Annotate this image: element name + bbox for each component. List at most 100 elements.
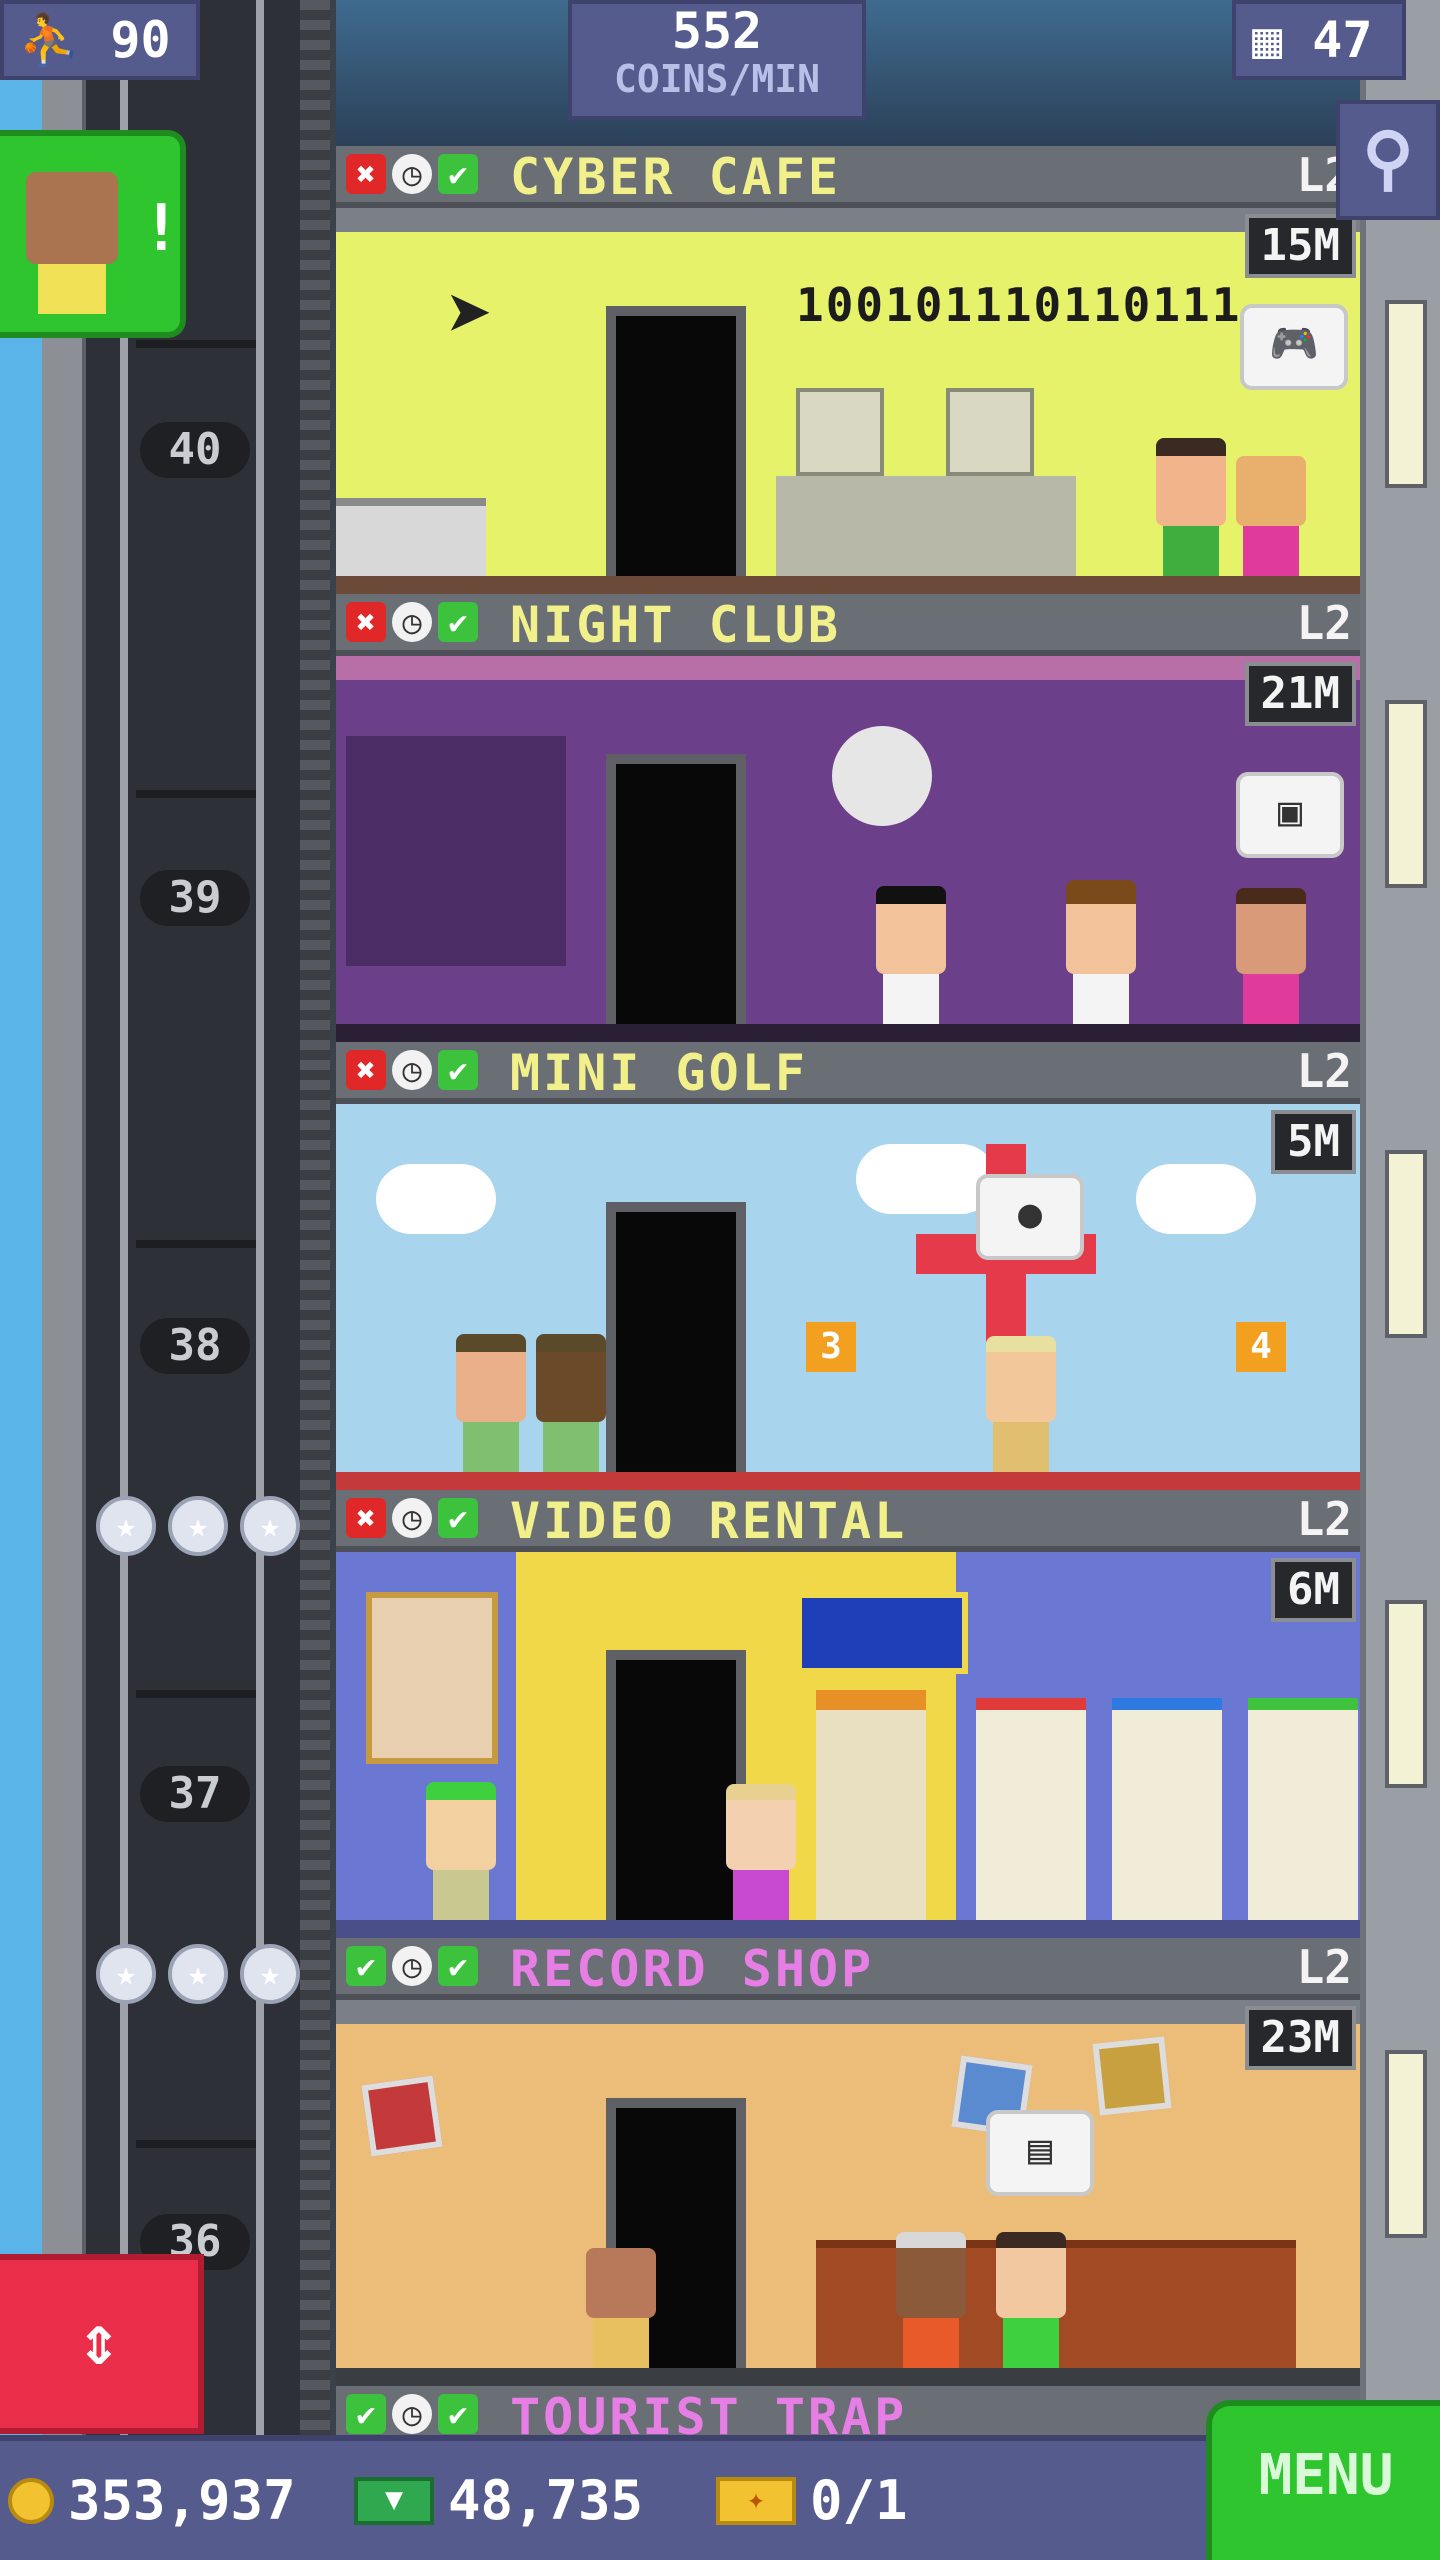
ticket-sign — [796, 1592, 968, 1674]
bitizen-head — [1066, 880, 1136, 974]
disco-ball — [832, 726, 932, 826]
vip-avatar-body — [38, 264, 106, 314]
star-icon: ★ — [168, 1944, 228, 2004]
bitizen[interactable] — [456, 1334, 526, 1472]
elevator-button[interactable]: ⇕ — [0, 2254, 204, 2434]
vip-bitizen-button[interactable]: ! — [0, 130, 186, 338]
bitizen-head — [536, 1334, 606, 1422]
bux-value: 48,735 — [448, 2469, 644, 2532]
bitizen-head — [1236, 888, 1306, 974]
x-icon: ✖ — [346, 1498, 386, 1538]
arcade-machine — [816, 1690, 926, 1920]
bitizen-body — [883, 974, 939, 1024]
bitizen[interactable] — [1236, 888, 1306, 1024]
bitizen[interactable] — [1066, 880, 1136, 1024]
cloud — [1136, 1164, 1256, 1234]
ceiling — [336, 2000, 1360, 2024]
bitizen-body — [433, 1870, 489, 1920]
bitizen[interactable] — [896, 2232, 966, 2368]
floor-room[interactable]: 100101110110111 ➤ 🎮 — [336, 208, 1360, 594]
clock-icon: ◷ — [392, 602, 432, 642]
bitizen[interactable] — [986, 1336, 1056, 1472]
floor-status: ✖ ◷ ✔ — [346, 602, 478, 642]
bitizen[interactable] — [876, 886, 946, 1024]
bitizen[interactable] — [1156, 438, 1226, 576]
hole-sign: 4 — [1236, 1322, 1286, 1372]
floor-cyber-cafe[interactable]: ✖ ◷ ✔ CYBER CAFE L2 15M 100101110110111 … — [336, 146, 1360, 594]
ticket-bubble-icon[interactable]: ▤ — [986, 2110, 1094, 2196]
x-icon: ✖ — [346, 154, 386, 194]
bitizen[interactable] — [726, 1784, 796, 1920]
shaft-divider — [136, 2140, 256, 2148]
floor-line — [336, 2368, 1360, 2386]
floor-line — [336, 1920, 1360, 1938]
shaft-divider — [136, 1240, 256, 1248]
star-icon: ★ — [168, 1496, 228, 1556]
bitizen-head — [726, 1784, 796, 1870]
menu-button[interactable]: MENU — [1206, 2400, 1440, 2560]
coins-rate-value: 552 — [671, 2, 763, 60]
floor-number: 38 — [140, 1318, 250, 1374]
room-door — [606, 754, 746, 1024]
check-icon: ✔ — [346, 2394, 386, 2434]
computer-monitor — [796, 388, 884, 476]
binary-sign: 100101110110111 — [796, 278, 1242, 332]
floor-room[interactable]: 3 4 ● — [336, 1104, 1360, 1490]
population-counter[interactable]: ⛹ 90 — [0, 0, 200, 80]
bitizen[interactable] — [1236, 456, 1306, 576]
elevator-cable — [120, 0, 128, 2435]
floor-header: ✖ ◷ ✔ CYBER CAFE L2 — [336, 146, 1360, 208]
tower-window — [1385, 2050, 1427, 2238]
floors-counter[interactable]: ▦ 47 — [1232, 0, 1406, 80]
bitizen-head — [1236, 456, 1306, 526]
floor-header: ✔ ◷ ✔ RECORD SHOP L2 — [336, 1938, 1360, 2000]
floor-number: 37 — [140, 1766, 250, 1822]
bitizen-head — [426, 1782, 496, 1870]
bitizen[interactable] — [426, 1782, 496, 1920]
coins-rate-label: COINS/MIN — [614, 57, 820, 101]
golf-ball-icon[interactable]: ● — [976, 1174, 1084, 1260]
floor-status: ✔ ◷ ✔ — [346, 1946, 478, 1986]
floor-level: L2 — [1296, 596, 1352, 650]
zoom-button[interactable]: ⚲ — [1336, 100, 1440, 220]
coins-display[interactable]: 353,937 — [8, 2441, 296, 2560]
check-icon: ✔ — [438, 1498, 478, 1538]
floor-night-club[interactable]: ✖ ◷ ✔ NIGHT CLUB L2 21M ▣ — [336, 594, 1360, 1042]
card-icon[interactable]: ▣ — [1236, 772, 1344, 858]
bitizen-head — [996, 2232, 1066, 2318]
wall-frame — [1092, 2036, 1172, 2116]
floor-header: ✖ ◷ ✔ MINI GOLF L2 — [336, 1042, 1360, 1104]
bitizen[interactable] — [536, 1334, 606, 1472]
star-icon: ★ — [96, 1944, 156, 2004]
check-icon: ✔ — [438, 2394, 478, 2434]
floor-number: 39 — [140, 870, 250, 926]
vip-avatar-icon — [26, 172, 118, 264]
floor-room[interactable]: ▤ — [336, 2000, 1360, 2386]
bitizen-body — [1003, 2318, 1059, 2368]
floor-room[interactable] — [336, 1552, 1360, 1938]
floor-video-rental[interactable]: ✖ ◷ ✔ VIDEO RENTAL L2 6M — [336, 1490, 1360, 1938]
floor-number: 40 — [140, 422, 250, 478]
bux-display[interactable]: ▼ 48,735 — [354, 2441, 643, 2560]
bitizen-body — [463, 1422, 519, 1472]
up-down-arrows-icon: ⇕ — [77, 2299, 121, 2381]
floor-record-shop[interactable]: ✔ ◷ ✔ RECORD SHOP L2 23M ▤ — [336, 1938, 1360, 2386]
bitizen[interactable] — [996, 2232, 1066, 2368]
tickets-display[interactable]: ✦ 0/1 — [716, 2441, 908, 2560]
clock-icon: ◷ — [392, 2394, 432, 2434]
shaft-divider — [136, 790, 256, 798]
floor-mini-golf[interactable]: ✖ ◷ ✔ MINI GOLF L2 5M 3 4 ● — [336, 1042, 1360, 1490]
stock-badge: 15M — [1244, 214, 1356, 278]
clock-icon: ◷ — [392, 1050, 432, 1090]
floor-room[interactable]: ▣ — [336, 656, 1360, 1042]
bitizen[interactable] — [586, 2248, 656, 2368]
shaft-wall — [42, 0, 86, 2435]
star-icon: ★ — [96, 1496, 156, 1556]
floor-level: L2 — [1296, 1044, 1352, 1098]
bitizen-head — [876, 886, 946, 974]
gamepad-icon[interactable]: 🎮 — [1240, 304, 1348, 390]
bitizen-body — [1073, 974, 1129, 1024]
coins-value: 353,937 — [68, 2469, 296, 2532]
bitizen-head — [586, 2248, 656, 2318]
bitizen-body — [1243, 526, 1299, 576]
